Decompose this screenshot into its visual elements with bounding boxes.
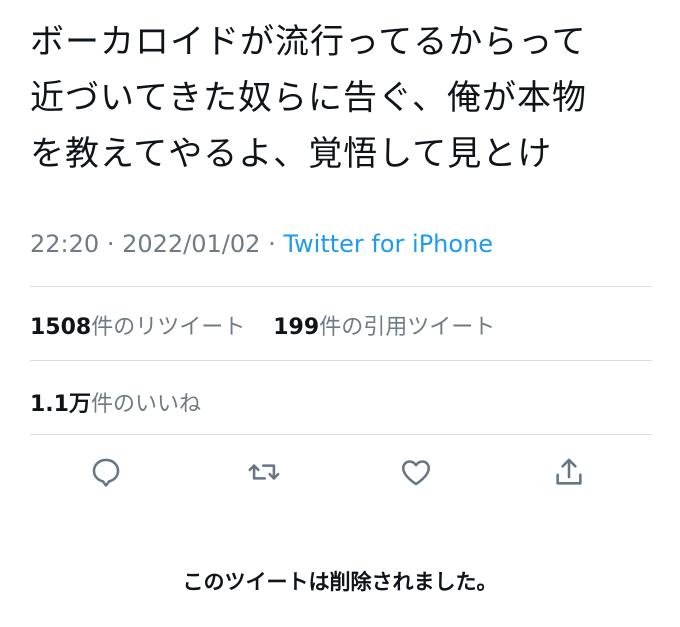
likes-label: 件のいいね [90,392,201,417]
reply-button[interactable] [86,452,126,492]
retweets-stat[interactable]: 1508件のリツイート [30,315,252,340]
retweet-icon [248,464,280,480]
reply-icon [92,458,120,487]
likes-count: 1.1万 [30,392,91,417]
meta-separator: · [268,230,276,258]
tweet-text-line: ボーカロイドが流行ってるからって [30,22,587,62]
tweet-actions [0,452,680,496]
divider [30,360,652,361]
meta-separator: · [106,230,115,258]
retweets-count: 1508 [30,315,92,340]
retweet-button[interactable] [244,452,284,492]
divider [30,434,652,435]
quotes-label: 件の引用ツイート [319,315,496,340]
likes-stats-row[interactable]: 1.1万件のいいね [30,386,201,418]
tweet-date: 2022/01/02 [122,230,261,258]
tweet-text-line: 近づいてきた奴らに告ぐ、俺が本物 [30,78,587,118]
quotes-count: 199 [273,315,320,340]
tweet-text: ボーカロイドが流行ってるからって 近づいてきた奴らに告ぐ、俺が本物 を教えてやる… [30,14,660,182]
divider [30,286,652,287]
like-icon [401,460,431,486]
share-icon [556,458,582,485]
tweet-meta: 22:20 · 2022/01/02 · Twitter for iPhone [30,230,493,258]
share-button[interactable] [549,452,589,492]
like-button[interactable] [396,452,436,492]
tweet-time: 22:20 [30,230,100,258]
deleted-tweet-notice: このツイートは削除されました。 [182,570,498,594]
quotes-stat[interactable]: 199件の引用ツイート [273,315,495,340]
tweet-source-link[interactable]: Twitter for iPhone [283,230,493,258]
tweet-text-line: を教えてやるよ、覚悟して見とけ [30,134,553,174]
retweets-label: 件のリツイート [91,315,246,340]
retweet-stats-row: 1508件のリツイート 199件の引用ツイート [30,309,495,341]
